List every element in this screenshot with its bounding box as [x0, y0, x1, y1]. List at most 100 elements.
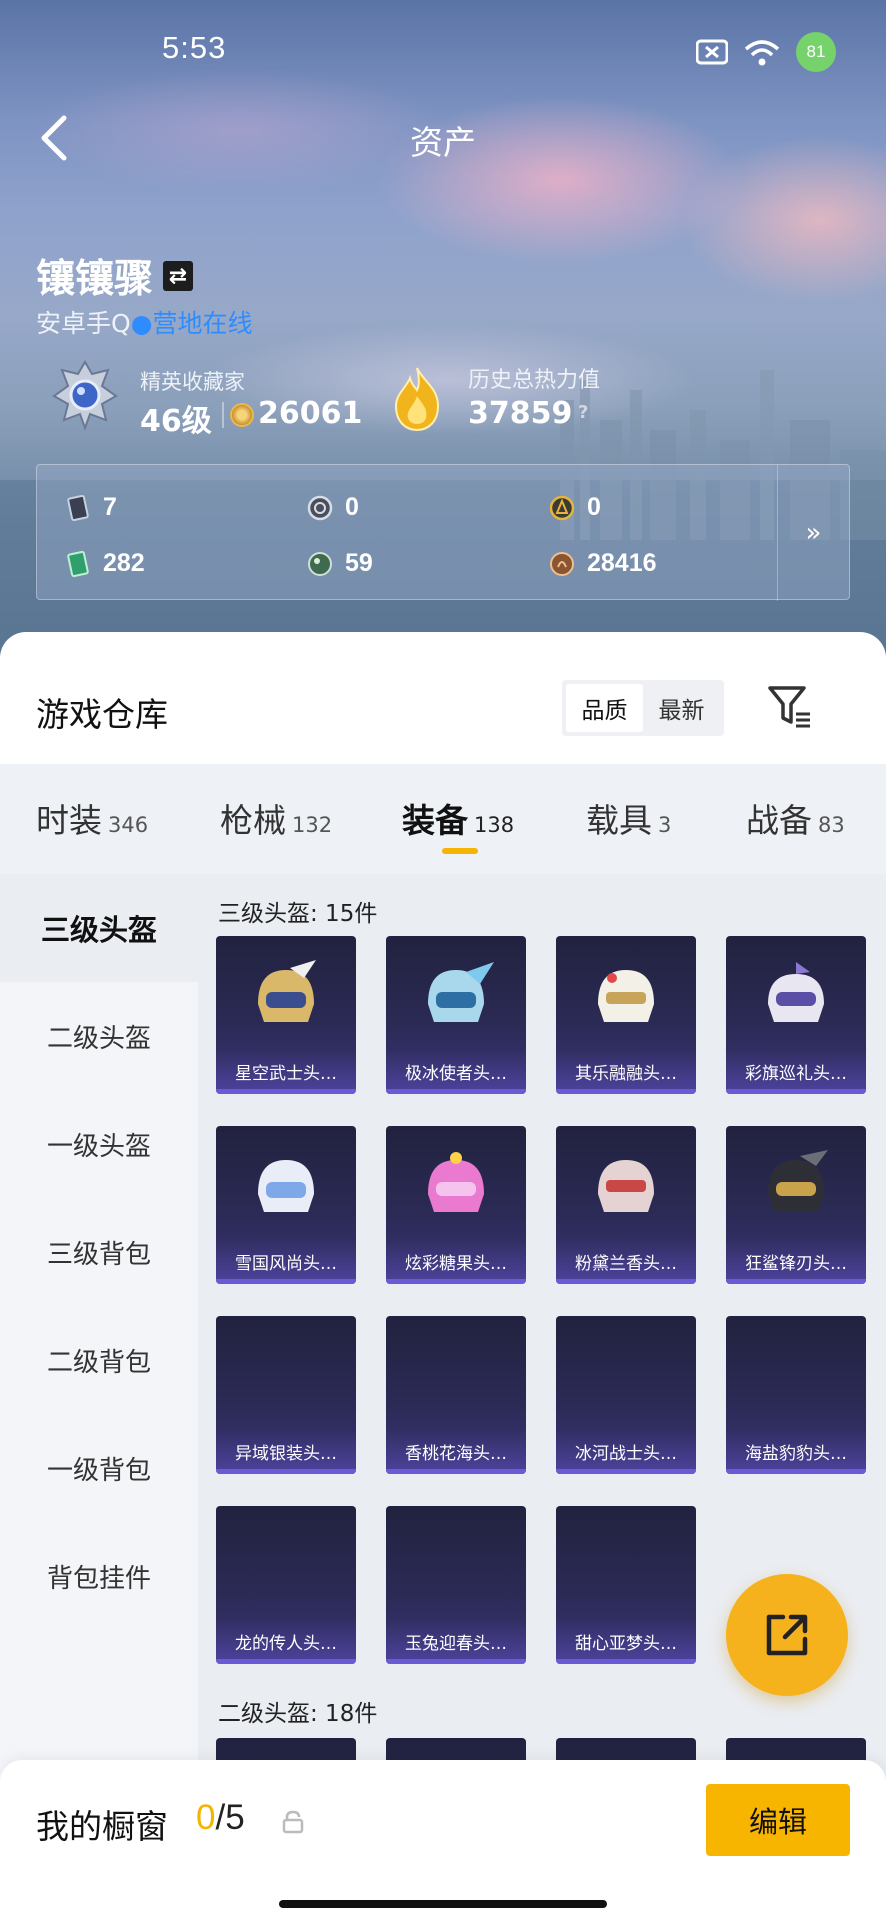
showcase-label: 我的橱窗	[36, 1807, 168, 1846]
item-name: 其乐融融头…	[575, 1064, 677, 1084]
sidebar-item-lv3-backpack[interactable]: 三级背包	[0, 1198, 198, 1306]
item-card[interactable]: 星空武士头…	[216, 936, 356, 1094]
item-name: 香桃花海头…	[405, 1444, 507, 1464]
share-icon	[766, 1614, 808, 1656]
currency-value: 7	[103, 493, 117, 521]
item-card[interactable]: 雪国风尚头…	[216, 1126, 356, 1284]
tab-count: 3	[658, 813, 672, 837]
sidebar-item-backpack-charm[interactable]: 背包挂件	[0, 1522, 198, 1630]
gold-coin-icon	[549, 495, 575, 520]
sidebar-item-lv2-helmet[interactable]: 二级头盔	[0, 982, 198, 1090]
currency-value: 59	[345, 549, 373, 577]
item-card[interactable]: 狂鲨锋刃头…	[726, 1126, 866, 1284]
tab-label: 战备	[746, 801, 812, 840]
edit-button[interactable]: 编辑	[706, 1784, 850, 1856]
orb-icon	[308, 551, 332, 576]
item-card[interactable]: 极冰使者头…	[386, 936, 526, 1094]
status-bar: 5:53 81	[0, 0, 886, 100]
currency-value: 0	[587, 493, 601, 521]
tab-label: 装备	[402, 801, 468, 840]
tab-fashion[interactable]: 时装 346	[36, 794, 148, 842]
card-icon	[67, 494, 89, 521]
item-name: 彩旗巡礼头…	[745, 1064, 847, 1084]
tab-firearms[interactable]: 枪械 132	[220, 794, 332, 842]
item-card[interactable]: 彩旗巡礼头…	[726, 936, 866, 1094]
currency-gold: 0	[549, 493, 601, 522]
category-tabs: 时装 346 枪械 132 装备 138 载具 3 战备 83	[0, 764, 886, 874]
help-icon[interactable]: ?	[578, 402, 588, 423]
item-card[interactable]: 异域银装头…	[216, 1316, 356, 1474]
item-name: 极冰使者头…	[405, 1064, 507, 1084]
page-title: 资产	[410, 123, 476, 162]
share-button[interactable]	[726, 1574, 848, 1696]
item-card[interactable]: 龙的传人头…	[216, 1506, 356, 1664]
helmet-image	[768, 1150, 828, 1212]
divider	[222, 402, 224, 428]
rank-level: 46级	[140, 404, 212, 439]
sort-quality-button[interactable]: 品质	[566, 684, 643, 732]
sort-latest-button[interactable]: 最新	[643, 684, 720, 732]
item-name: 炫彩糖果头…	[405, 1254, 507, 1274]
item-name: 粉黛兰香头…	[575, 1254, 677, 1274]
item-name: 冰河战士头…	[575, 1444, 677, 1464]
item-name: 狂鲨锋刃头…	[745, 1254, 847, 1274]
platform-label: 安卓手Q	[36, 309, 131, 338]
collector-coin-icon	[230, 403, 254, 427]
section-title: 二级头盔: 18件	[218, 1701, 378, 1727]
online-status: 营地在线	[152, 309, 253, 338]
currency-silver: 0	[307, 493, 359, 522]
item-card[interactable]: 海盐豹豹头…	[726, 1316, 866, 1474]
helmet-image	[428, 962, 494, 1022]
battery-indicator: 81	[796, 32, 836, 72]
game-warehouse-panel: 游戏仓库 品质 最新 时装 346 枪械 132 装备 138 载具 3 战备 83 三级…	[0, 632, 886, 1920]
heat-title: 历史总热力值	[468, 368, 601, 393]
helmet-image	[428, 1152, 484, 1212]
tab-tactical[interactable]: 战备 83	[746, 794, 845, 842]
green-ticket-icon	[67, 550, 89, 577]
sidebar-item-lv2-backpack[interactable]: 二级背包	[0, 1306, 198, 1414]
tab-label: 枪械	[220, 801, 286, 840]
item-name: 玉兔迎春头…	[405, 1634, 507, 1654]
item-name: 星空武士头…	[235, 1064, 337, 1084]
sidebar-item-lv1-backpack[interactable]: 一级背包	[0, 1414, 198, 1522]
item-name: 龙的传人头…	[235, 1634, 337, 1654]
helmet-image	[258, 960, 316, 1022]
tab-count: 138	[474, 813, 515, 837]
collector-coin-value: 26061	[258, 396, 363, 431]
active-tab-indicator	[442, 848, 478, 854]
warehouse-title: 游戏仓库	[36, 695, 168, 734]
switch-account-icon[interactable]: ⇄	[163, 261, 194, 291]
item-card[interactable]: 甜心亚梦头…	[556, 1506, 696, 1664]
tab-equipment[interactable]: 装备 138	[402, 794, 514, 842]
helmet-image	[258, 1160, 314, 1212]
item-card[interactable]: 香桃花海头…	[386, 1316, 526, 1474]
sidebar-item-lv3-helmet[interactable]: 三级头盔	[0, 874, 198, 982]
helmet-image	[598, 970, 654, 1022]
item-card[interactable]: 玉兔迎春头…	[386, 1506, 526, 1664]
currency-panel[interactable]: 7 0 0 282 59 28416 »	[36, 464, 850, 601]
currency-more-button[interactable]: »	[777, 465, 849, 601]
flame-icon	[394, 367, 440, 432]
user-name: 镶镶骤 ⇄	[36, 248, 194, 304]
user-name-text: 镶镶骤	[36, 257, 154, 302]
filter-icon[interactable]	[766, 682, 814, 730]
currency-orb: 59	[307, 549, 373, 578]
showcase-total: /5	[215, 1798, 245, 1837]
item-card[interactable]: 冰河战士头…	[556, 1316, 696, 1474]
rank-badge-icon	[52, 360, 118, 430]
helmet-image	[768, 962, 824, 1022]
tab-count: 83	[818, 813, 845, 837]
currency-bronze: 28416	[549, 549, 657, 578]
currency-ticket: 282	[65, 549, 145, 578]
item-card[interactable]: 其乐融融头…	[556, 936, 696, 1094]
item-card[interactable]: 粉黛兰香头…	[556, 1126, 696, 1284]
tab-vehicles[interactable]: 载具 3	[586, 794, 671, 842]
currency-card: 7	[65, 493, 117, 522]
tab-label: 载具	[586, 801, 652, 840]
section-title: 三级头盔: 15件	[218, 901, 378, 927]
item-name: 异域银装头…	[235, 1444, 337, 1464]
item-card[interactable]: 炫彩糖果头…	[386, 1126, 526, 1284]
item-name: 海盐豹豹头…	[745, 1444, 847, 1464]
sidebar-item-lv1-helmet[interactable]: 一级头盔	[0, 1090, 198, 1198]
home-indicator[interactable]	[279, 1900, 607, 1908]
